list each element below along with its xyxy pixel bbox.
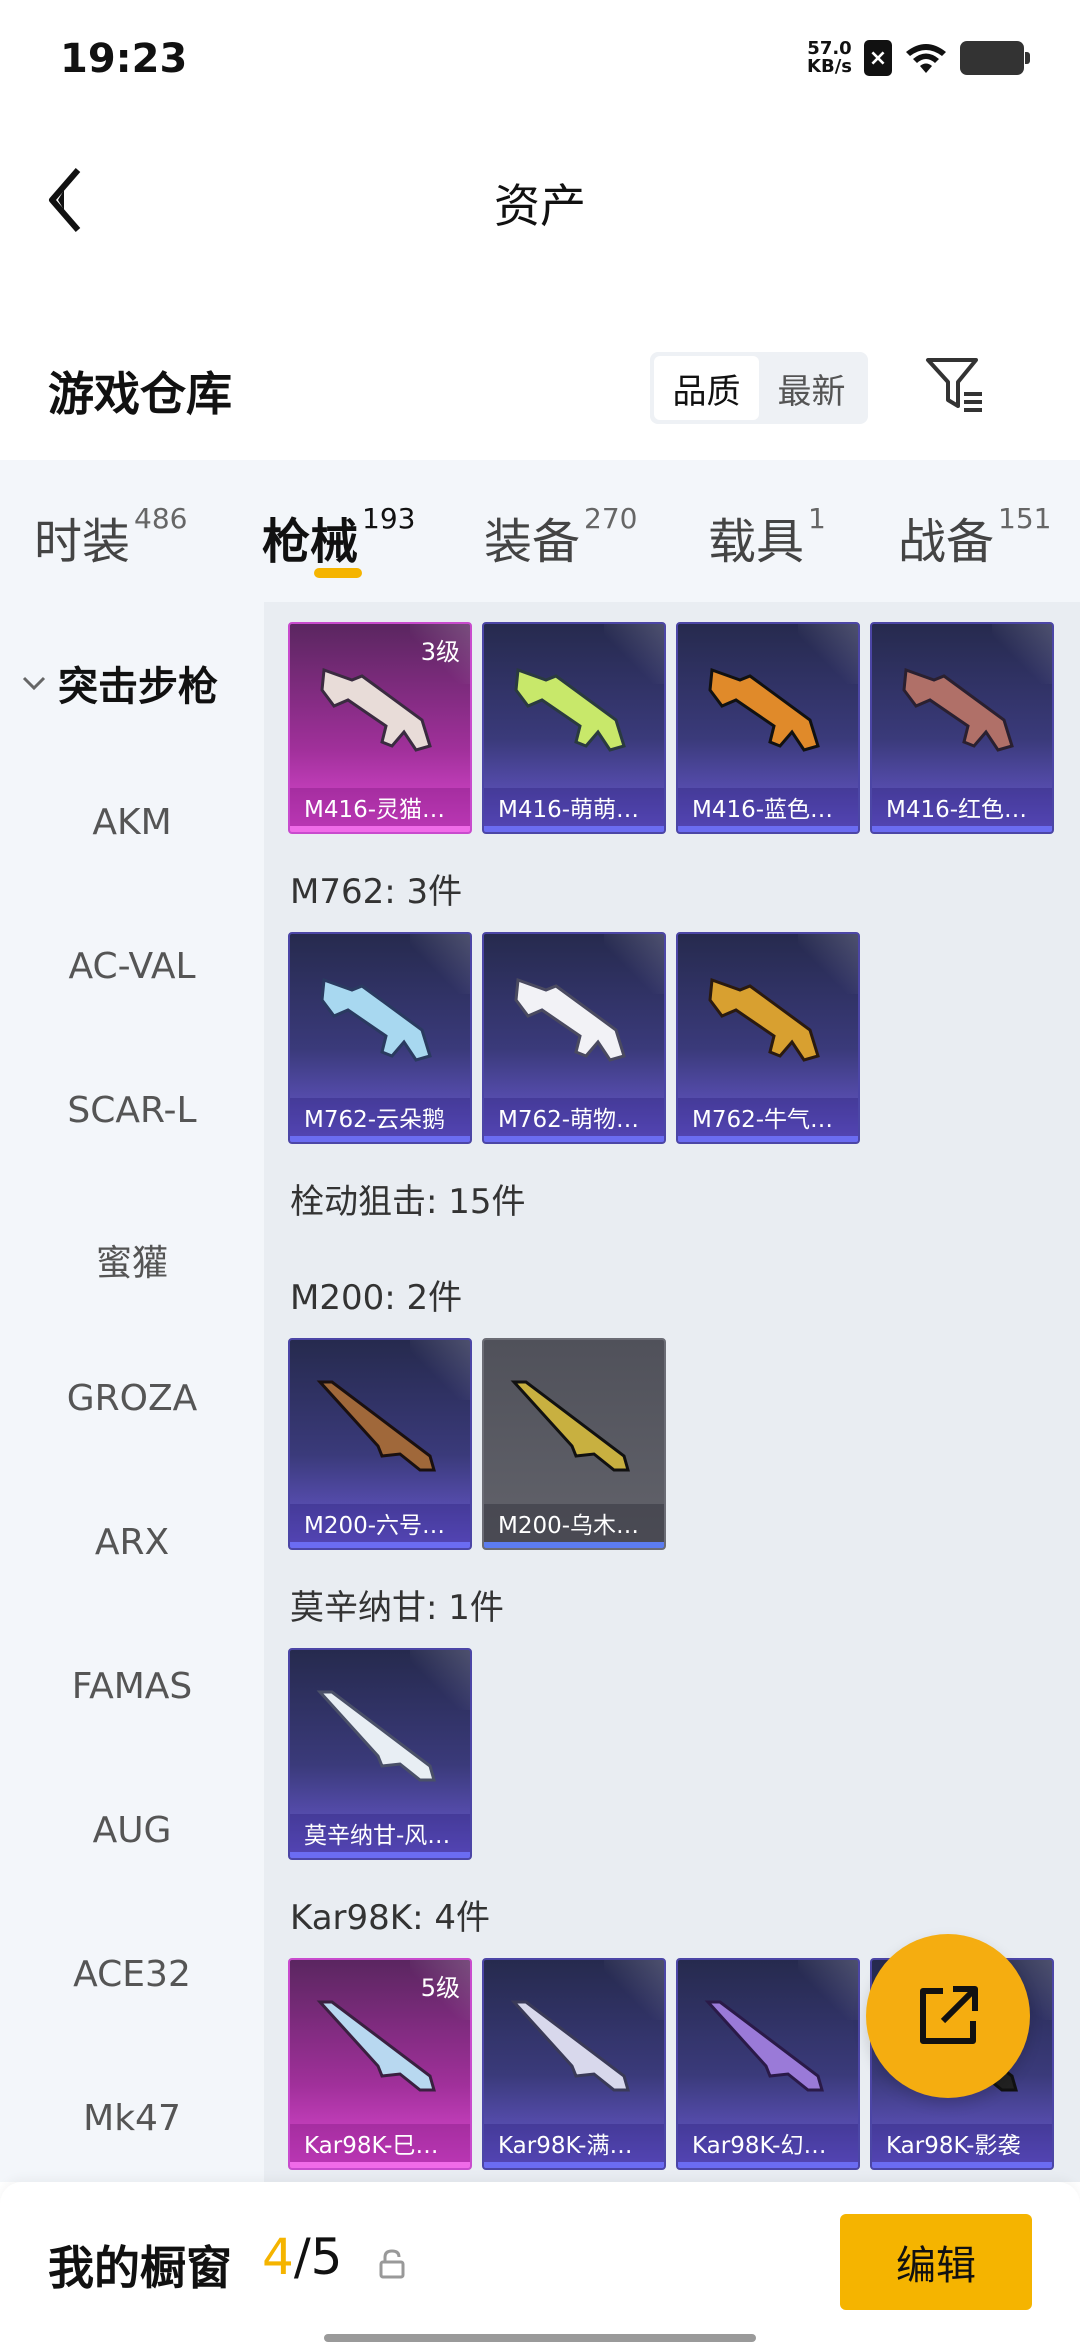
category-tabs: 时装 486 枪械 193 装备 270 载具 1 战备 151 xyxy=(0,460,1080,602)
rifle-icon xyxy=(708,977,820,1062)
sidebar-item-mk47[interactable]: Mk47 xyxy=(0,2098,264,2139)
sort-toggle: 品质 最新 xyxy=(650,352,868,424)
weapon-sidebar: 突击步枪 AKM AC-VAL SCAR-L 蜜獾 GROZA ARX FAMA… xyxy=(0,602,264,2182)
sidebar-item-arx[interactable]: ARX xyxy=(0,1522,264,1563)
rifle-icon xyxy=(514,977,626,1062)
tab-equipment[interactable]: 装备 270 xyxy=(484,502,637,572)
sidebar-item-famas[interactable]: FAMAS xyxy=(0,1666,264,1707)
sniper-rifle-icon xyxy=(510,2000,630,2092)
skin-card[interactable]: M200-乌木… xyxy=(482,1338,666,1550)
sidebar-item-ac-val[interactable]: AC-VAL xyxy=(0,946,264,987)
skin-card[interactable]: 莫辛纳甘-风… xyxy=(288,1648,472,1860)
rifle-icon xyxy=(320,667,432,752)
tab-vehicles[interactable]: 载具 1 xyxy=(708,502,826,572)
rifle-icon xyxy=(320,977,432,1062)
sidebar-item-groza[interactable]: GROZA xyxy=(0,1378,264,1419)
sort-newest-button[interactable]: 最新 xyxy=(759,356,864,420)
skin-card[interactable]: M762-萌物… xyxy=(482,932,666,1144)
status-bar: 19:23 57.0 KB/s × xyxy=(0,0,1080,120)
sidebar-item-scar-l[interactable]: SCAR-L xyxy=(0,1090,264,1131)
rifle-icon xyxy=(902,667,1014,752)
sort-quality-button[interactable]: 品质 xyxy=(654,356,759,420)
sidebar-item-akm[interactable]: AKM xyxy=(0,802,264,843)
lock-icon xyxy=(379,2249,405,2279)
warehouse-title: 游戏仓库 xyxy=(48,367,232,421)
share-button[interactable] xyxy=(866,1934,1030,2098)
sniper-rifle-icon xyxy=(316,1380,436,1472)
group-title: 栓动狙击: 15件 xyxy=(290,1182,526,1222)
sniper-rifle-icon xyxy=(704,2000,824,2092)
skin-card[interactable]: M762-云朵鹅 xyxy=(288,932,472,1144)
skin-card[interactable]: Kar98K-幻… xyxy=(676,1958,860,2170)
skin-card[interactable]: M416-萌萌… xyxy=(482,622,666,834)
skin-card[interactable]: M416-红色… xyxy=(870,622,1054,834)
skin-card[interactable]: M200-六号… xyxy=(288,1338,472,1550)
skin-card[interactable]: 5级 Kar98K-巳… xyxy=(288,1958,472,2170)
active-tab-indicator xyxy=(314,568,362,578)
sidebar-item-ace32[interactable]: ACE32 xyxy=(0,1954,264,1995)
skin-card[interactable]: M416-蓝色… xyxy=(676,622,860,834)
edit-button[interactable]: 编辑 xyxy=(840,2214,1032,2310)
sidebar-item-aug[interactable]: AUG xyxy=(0,1810,264,1851)
showcase-count: 4/5 xyxy=(262,2228,343,2286)
group-title: M200: 2件 xyxy=(290,1278,463,1318)
net-speed: 57.0 KB/s xyxy=(807,38,852,77)
group-title: Kar98K: 4件 xyxy=(290,1898,490,1938)
filter-icon[interactable] xyxy=(924,354,986,416)
page-title: 资产 xyxy=(494,179,586,233)
rifle-icon xyxy=(514,667,626,752)
home-indicator[interactable] xyxy=(324,2334,756,2342)
skin-card[interactable]: M762-牛气… xyxy=(676,932,860,1144)
status-icons: 57.0 KB/s × xyxy=(807,38,1030,77)
tab-fashion[interactable]: 时装 486 xyxy=(34,502,187,572)
battery-icon xyxy=(960,41,1030,75)
page-header: 资产 xyxy=(0,140,1080,260)
sniper-rifle-icon xyxy=(510,1380,630,1472)
sim-off-icon: × xyxy=(864,40,892,76)
status-time: 19:23 xyxy=(60,36,188,82)
sniper-rifle-icon xyxy=(316,2000,436,2092)
showcase-label: 我的橱窗 xyxy=(48,2241,232,2295)
tab-gear[interactable]: 战备 151 xyxy=(898,502,1051,572)
share-external-icon xyxy=(920,1986,978,2044)
rifle-icon xyxy=(708,667,820,752)
warehouse-row: 游戏仓库 品质 最新 xyxy=(0,340,1080,450)
sidebar-category-assault-rifle[interactable]: 突击步枪 xyxy=(20,654,218,712)
group-title: 莫辛纳甘: 1件 xyxy=(290,1588,504,1628)
skin-card[interactable]: Kar98K-满… xyxy=(482,1958,666,2170)
tab-guns[interactable]: 枪械 193 xyxy=(262,502,415,572)
wifi-icon xyxy=(906,44,946,73)
skin-card[interactable]: 3级 M416-灵猫… xyxy=(288,622,472,834)
sniper-rifle-icon xyxy=(316,1690,436,1782)
chevron-down-icon xyxy=(22,676,46,691)
sidebar-item-honey-badger[interactable]: 蜜獾 xyxy=(0,1234,264,1286)
showcase-bar: 我的橱窗 4/5 编辑 xyxy=(0,2182,1080,2344)
group-title: M762: 3件 xyxy=(290,872,463,912)
